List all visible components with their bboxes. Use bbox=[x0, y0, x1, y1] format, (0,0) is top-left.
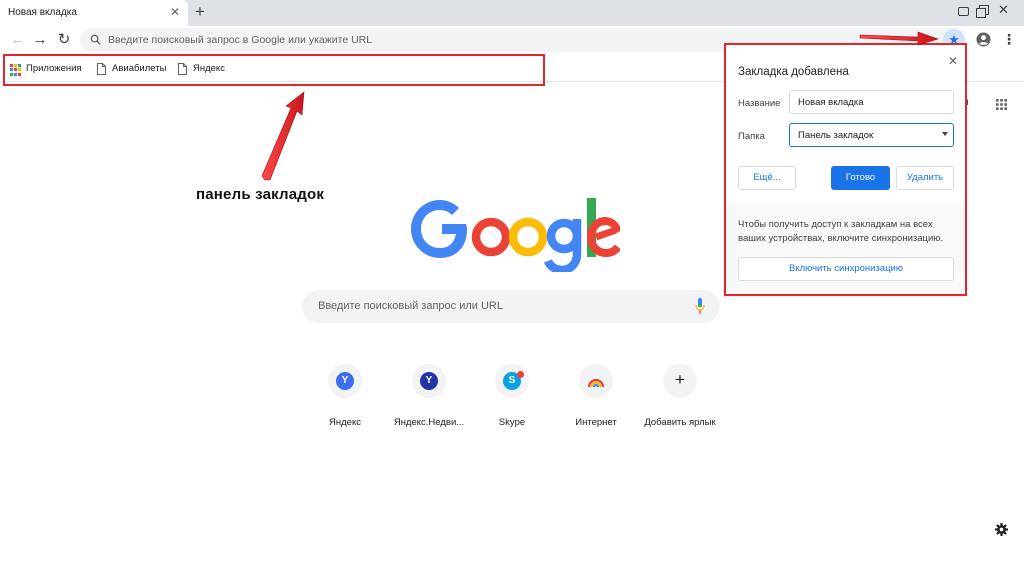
shortcut-circle: Y bbox=[328, 364, 362, 398]
skype-badge-icon bbox=[517, 371, 524, 378]
shortcut-label: Добавить ярлык bbox=[644, 417, 716, 428]
dialog-highlight bbox=[724, 43, 967, 296]
ntp-search-box[interactable]: Введите поисковый запрос или URL bbox=[302, 290, 720, 323]
shortcut-circle: S bbox=[495, 364, 529, 398]
minimize-icon[interactable] bbox=[956, 4, 970, 18]
annotation-label: панель закладок bbox=[196, 186, 325, 203]
microphone-icon[interactable] bbox=[695, 298, 705, 315]
shortcut-circle: + bbox=[663, 364, 697, 398]
bookmarks-bar-highlight bbox=[3, 54, 545, 86]
google-apps-icon[interactable] bbox=[996, 99, 1007, 110]
tab-close-icon[interactable]: ✕ bbox=[170, 5, 180, 19]
plus-icon: + bbox=[675, 370, 685, 389]
profile-icon[interactable] bbox=[976, 32, 991, 47]
reload-icon[interactable]: ↻ bbox=[54, 30, 74, 50]
shortcut-label: Яндекс bbox=[329, 417, 361, 428]
restore-icon[interactable] bbox=[975, 4, 989, 18]
yandex-icon: Y bbox=[336, 372, 354, 390]
yandex-realty-icon: Y bbox=[420, 372, 438, 390]
ntp-search-placeholder: Введите поисковый запрос или URL bbox=[318, 300, 503, 312]
search-icon bbox=[90, 34, 101, 45]
shortcut-label: Skype bbox=[498, 417, 526, 428]
add-shortcut-button[interactable]: + Добавить ярлык bbox=[640, 364, 720, 436]
google-logo bbox=[411, 198, 620, 272]
back-icon[interactable]: ← bbox=[8, 30, 28, 50]
shortcut-label: Яндекс.Недви... bbox=[393, 417, 465, 428]
shortcut-circle bbox=[579, 364, 613, 398]
address-bar-placeholder: Введите поисковый запрос в Google или ук… bbox=[108, 34, 373, 46]
menu-icon[interactable]: ⋮ bbox=[1002, 30, 1016, 48]
shortcut-yandex[interactable]: Y Яндекс bbox=[305, 364, 385, 436]
shortcut-label: Интернет bbox=[575, 417, 617, 428]
tab-strip: Новая вкладка ✕ + ✕ bbox=[0, 0, 1024, 26]
shortcut-skype[interactable]: S Skype bbox=[472, 364, 552, 436]
rainbow-icon bbox=[587, 378, 605, 388]
new-tab-button[interactable]: + bbox=[195, 2, 205, 22]
shortcut-internet[interactable]: Интернет bbox=[556, 364, 636, 436]
shortcut-circle: Y bbox=[412, 364, 446, 398]
arrow-to-bookmarks-bar bbox=[261, 91, 305, 181]
gear-icon[interactable] bbox=[995, 523, 1008, 536]
forward-icon[interactable]: → bbox=[30, 30, 50, 50]
tab-new-tab[interactable]: Новая вкладка ✕ bbox=[0, 0, 188, 26]
window-close-icon[interactable]: ✕ bbox=[998, 3, 1012, 17]
tab-title: Новая вкладка bbox=[8, 7, 77, 18]
shortcut-yandex-realty[interactable]: Y Яндекс.Недви... bbox=[389, 364, 469, 436]
